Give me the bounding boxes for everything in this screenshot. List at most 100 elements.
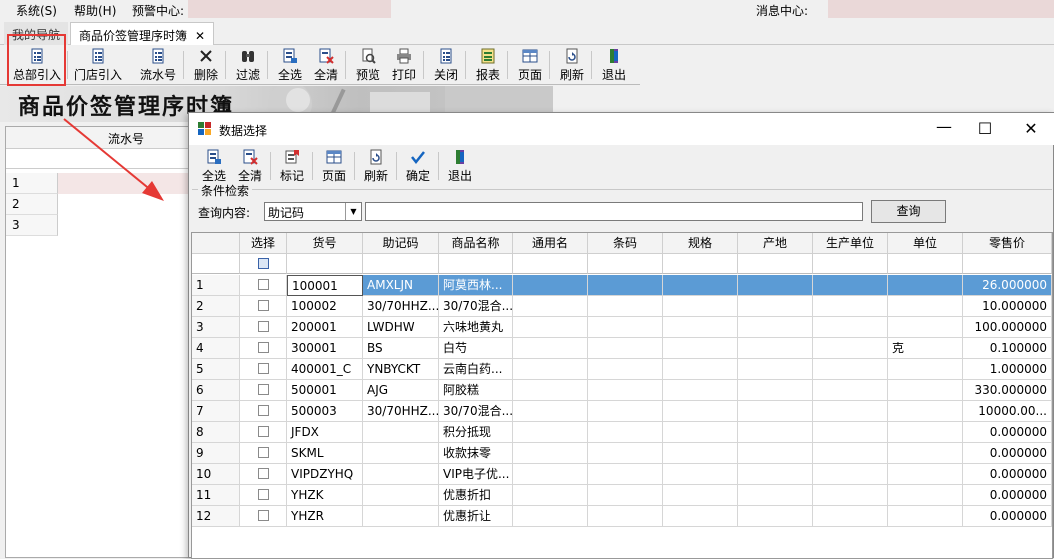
- cell-unit[interactable]: [888, 485, 963, 506]
- row-checkbox-cell[interactable]: [240, 401, 287, 422]
- cell-product-name[interactable]: 30/70混合...: [439, 296, 513, 317]
- cell-generic-name[interactable]: [513, 275, 588, 296]
- cell-origin[interactable]: [738, 443, 813, 464]
- cell-generic-name[interactable]: [513, 506, 588, 527]
- row-checkbox[interactable]: [257, 426, 269, 437]
- cell-retail-price[interactable]: 330.000000: [963, 380, 1052, 401]
- cell-unit[interactable]: [888, 296, 963, 317]
- dialog-toolbar-button-4[interactable]: 页面: [319, 148, 349, 184]
- column-header[interactable]: 单位: [888, 233, 963, 254]
- cell-manufacturer[interactable]: [813, 464, 888, 485]
- cell-item-code[interactable]: YHZR: [287, 506, 363, 527]
- filter-cell[interactable]: [738, 254, 813, 274]
- cell-manufacturer[interactable]: [813, 296, 888, 317]
- cell-item-code[interactable]: 400001_C: [287, 359, 363, 380]
- cell-mnemonic[interactable]: [363, 506, 439, 527]
- filter-cell[interactable]: [287, 254, 363, 274]
- cell-product-name[interactable]: 云南白药...: [439, 359, 513, 380]
- cell-barcode[interactable]: [588, 317, 663, 338]
- cell-manufacturer[interactable]: [813, 380, 888, 401]
- cell-manufacturer[interactable]: [813, 275, 888, 296]
- cell-product-name[interactable]: 收款抹零: [439, 443, 513, 464]
- cell-manufacturer[interactable]: [813, 506, 888, 527]
- toolbar-button-3[interactable]: 流水号: [136, 47, 180, 83]
- cell-barcode[interactable]: [588, 443, 663, 464]
- cell-barcode[interactable]: [588, 401, 663, 422]
- cell-retail-price[interactable]: 0.000000: [963, 443, 1052, 464]
- dialog-toolbar-button-2[interactable]: 全清: [235, 148, 265, 184]
- cell-retail-price[interactable]: 100.000000: [963, 317, 1052, 338]
- cell-origin[interactable]: [738, 338, 813, 359]
- cell-item-code[interactable]: 500003: [287, 401, 363, 422]
- cell-manufacturer[interactable]: [813, 422, 888, 443]
- cell-item-code[interactable]: 200001: [287, 317, 363, 338]
- cell-item-code[interactable]: 300001: [287, 338, 363, 359]
- cell-barcode[interactable]: [588, 338, 663, 359]
- cell-product-name[interactable]: 六味地黄丸: [439, 317, 513, 338]
- filter-cell[interactable]: [963, 254, 1052, 274]
- select-all-checkbox[interactable]: [257, 257, 269, 269]
- cell-spec[interactable]: [663, 275, 738, 296]
- cell-mnemonic[interactable]: [363, 485, 439, 506]
- cell-origin[interactable]: [738, 401, 813, 422]
- cell-barcode[interactable]: [588, 422, 663, 443]
- filter-cell[interactable]: [813, 254, 888, 274]
- cell-generic-name[interactable]: [513, 359, 588, 380]
- cell-product-name[interactable]: 30/70混合...: [439, 401, 513, 422]
- row-checkbox[interactable]: [257, 405, 269, 416]
- filter-cell[interactable]: [439, 254, 513, 274]
- row-checkbox-cell[interactable]: [240, 359, 287, 380]
- cell-retail-price[interactable]: 0.000000: [963, 464, 1052, 485]
- dialog-toolbar-button-7[interactable]: 退出: [445, 148, 475, 184]
- cell-item-code[interactable]: VIPDZYHQ: [287, 464, 363, 485]
- cell-product-name[interactable]: 积分抵现: [439, 422, 513, 443]
- cell-barcode[interactable]: [588, 296, 663, 317]
- column-header[interactable]: 选择: [240, 233, 287, 254]
- cell-item-code[interactable]: 500001: [287, 380, 363, 401]
- column-header[interactable]: 规格: [663, 233, 738, 254]
- row-checkbox[interactable]: [257, 510, 269, 521]
- filter-cell[interactable]: [588, 254, 663, 274]
- cell-generic-name[interactable]: [513, 401, 588, 422]
- query-field-select[interactable]: 助记码 ▼: [264, 202, 362, 221]
- cell-retail-price[interactable]: 26.000000: [963, 275, 1052, 296]
- menu-system[interactable]: 系统(S): [16, 2, 57, 19]
- cell-unit[interactable]: [888, 359, 963, 380]
- cell-manufacturer[interactable]: [813, 359, 888, 380]
- close-icon[interactable]: ✕: [1021, 119, 1041, 138]
- cell-unit[interactable]: [888, 275, 963, 296]
- cell-origin[interactable]: [738, 422, 813, 443]
- cell-retail-price[interactable]: 0.100000: [963, 338, 1052, 359]
- toolbar-button-4[interactable]: 删除: [190, 47, 222, 83]
- cell-mnemonic[interactable]: [363, 443, 439, 464]
- cell-origin[interactable]: [738, 317, 813, 338]
- row-checkbox[interactable]: [257, 279, 269, 290]
- cell-unit[interactable]: [888, 506, 963, 527]
- cell-barcode[interactable]: [588, 485, 663, 506]
- cell-retail-price[interactable]: 0.000000: [963, 506, 1052, 527]
- row-checkbox[interactable]: [257, 342, 269, 353]
- filter-cell[interactable]: [663, 254, 738, 274]
- cell-unit[interactable]: [888, 401, 963, 422]
- cell-spec[interactable]: [663, 422, 738, 443]
- cell-spec[interactable]: [663, 359, 738, 380]
- column-header[interactable]: 货号: [287, 233, 363, 254]
- query-input[interactable]: [365, 202, 863, 221]
- column-header[interactable]: 零售价: [963, 233, 1052, 254]
- cell-spec[interactable]: [663, 296, 738, 317]
- cell-spec[interactable]: [663, 317, 738, 338]
- row-checkbox[interactable]: [257, 300, 269, 311]
- cell-retail-price[interactable]: 0.000000: [963, 422, 1052, 443]
- cell-origin[interactable]: [738, 275, 813, 296]
- toolbar-button-2[interactable]: 门店引入: [70, 47, 126, 83]
- cell-item-code[interactable]: SKML: [287, 443, 363, 464]
- dialog-toolbar-button-3[interactable]: 标记: [277, 148, 307, 184]
- toolbar-button-12[interactable]: 页面: [514, 47, 546, 83]
- cell-product-name[interactable]: VIP电子优...: [439, 464, 513, 485]
- row-checkbox-cell[interactable]: [240, 506, 287, 527]
- cell-mnemonic[interactable]: LWDHW: [363, 317, 439, 338]
- maximize-icon[interactable]: ☐: [975, 119, 995, 138]
- row-checkbox[interactable]: [257, 321, 269, 332]
- cell-unit[interactable]: [888, 380, 963, 401]
- cell-unit[interactable]: [888, 443, 963, 464]
